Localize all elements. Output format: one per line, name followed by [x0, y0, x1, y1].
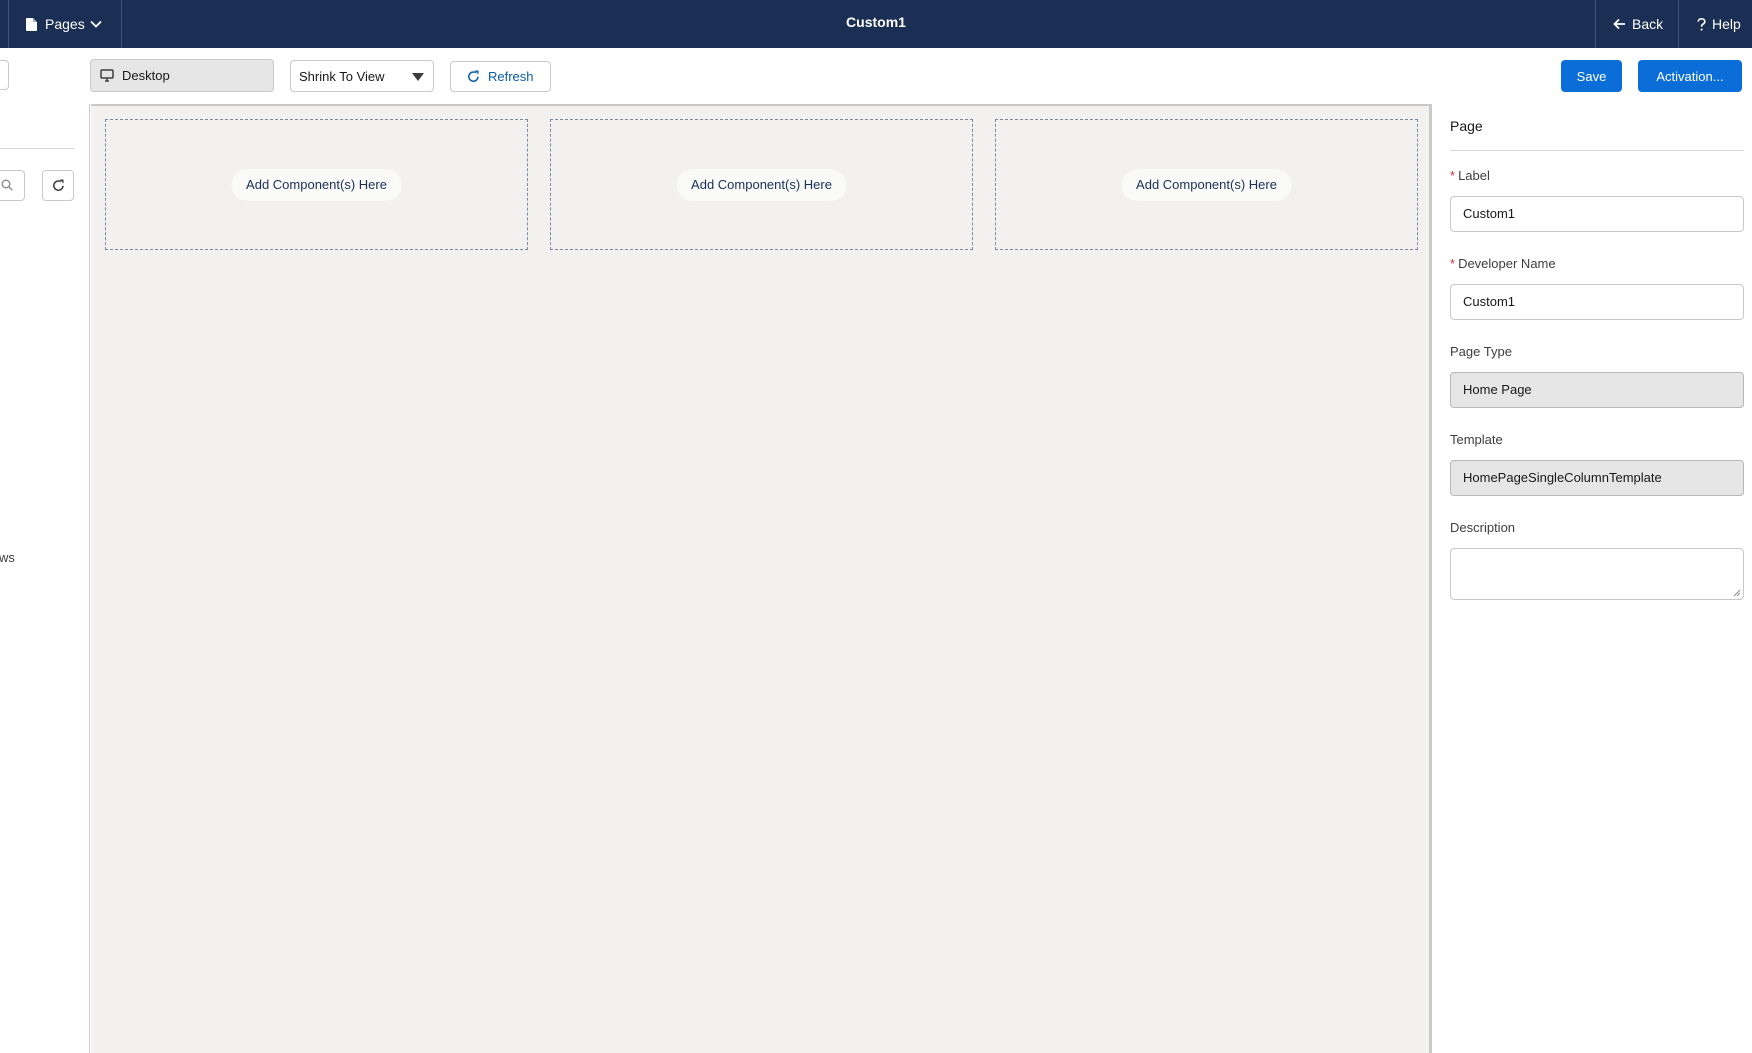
component-region[interactable]: Add Component(s) Here	[995, 119, 1418, 250]
page-title: Custom1	[846, 14, 906, 30]
top-navigation-bar: Pages Custom1 Back Help	[0, 0, 1752, 48]
page-type-field-label: Page Type	[1450, 344, 1512, 359]
refresh-label: Refresh	[488, 69, 534, 84]
components-refresh-button[interactable]	[42, 170, 74, 201]
zoom-selector[interactable]: Shrink To View	[290, 60, 434, 92]
device-label: Desktop	[122, 68, 170, 83]
template-field-label: Template	[1450, 432, 1503, 447]
refresh-icon	[468, 70, 479, 82]
refresh-icon	[52, 179, 64, 191]
component-list-item-label[interactable]: ws	[0, 550, 15, 565]
description-textarea[interactable]	[1450, 548, 1744, 600]
developer-name-input[interactable]: Custom1	[1450, 284, 1744, 320]
description-field-label: Description	[1450, 520, 1516, 535]
device-selector[interactable]: Desktop	[90, 59, 274, 92]
question-icon	[1697, 17, 1706, 31]
label-input[interactable]: Custom1	[1450, 196, 1744, 232]
panel-divider	[0, 148, 74, 149]
page-canvas: Add Component(s) Here Add Component(s) H…	[91, 104, 1432, 1053]
add-component-button[interactable]: Add Component(s) Here	[231, 168, 402, 201]
monitor-icon	[100, 69, 114, 82]
toolbar-left-control[interactable]	[0, 60, 9, 90]
add-component-button[interactable]: Add Component(s) Here	[676, 168, 847, 201]
help-button[interactable]: Help	[1678, 0, 1752, 48]
back-button[interactable]: Back	[1595, 0, 1678, 48]
search-icon	[1, 179, 13, 191]
resize-grip-icon[interactable]	[1733, 589, 1741, 597]
label-field-label: * Label	[1450, 168, 1490, 183]
pages-menu-button[interactable]: Pages	[8, 0, 122, 48]
chevron-down-icon	[90, 20, 102, 28]
back-label: Back	[1632, 16, 1664, 32]
pages-menu-label: Pages	[45, 16, 85, 32]
refresh-button[interactable]: Refresh	[450, 61, 551, 92]
developer-name-field-label: * Developer Name	[1450, 256, 1556, 271]
save-button[interactable]: Save	[1561, 60, 1622, 92]
arrow-left-icon	[1613, 18, 1625, 30]
properties-heading: Page	[1450, 118, 1483, 134]
document-icon	[26, 17, 37, 31]
properties-divider	[1450, 150, 1744, 151]
add-component-button[interactable]: Add Component(s) Here	[1121, 168, 1292, 201]
required-marker: *	[1450, 168, 1456, 183]
component-region[interactable]: Add Component(s) Here	[550, 119, 973, 250]
template-value: HomePageSingleColumnTemplate	[1450, 460, 1744, 496]
caret-down-icon	[412, 73, 424, 81]
page-type-value: Home Page	[1450, 372, 1744, 408]
component-search-input[interactable]	[0, 170, 25, 201]
zoom-label: Shrink To View	[299, 68, 385, 84]
component-region[interactable]: Add Component(s) Here	[105, 119, 528, 250]
builder-toolbar: Desktop Shrink To View Refresh Save Acti…	[0, 48, 1752, 104]
components-panel: ws	[0, 104, 90, 1053]
help-label: Help	[1712, 16, 1741, 32]
required-marker: *	[1450, 256, 1456, 271]
activation-button[interactable]: Activation...	[1638, 60, 1742, 92]
properties-panel: Page * Label Custom1 * Developer Name Cust…	[1434, 104, 1752, 1053]
